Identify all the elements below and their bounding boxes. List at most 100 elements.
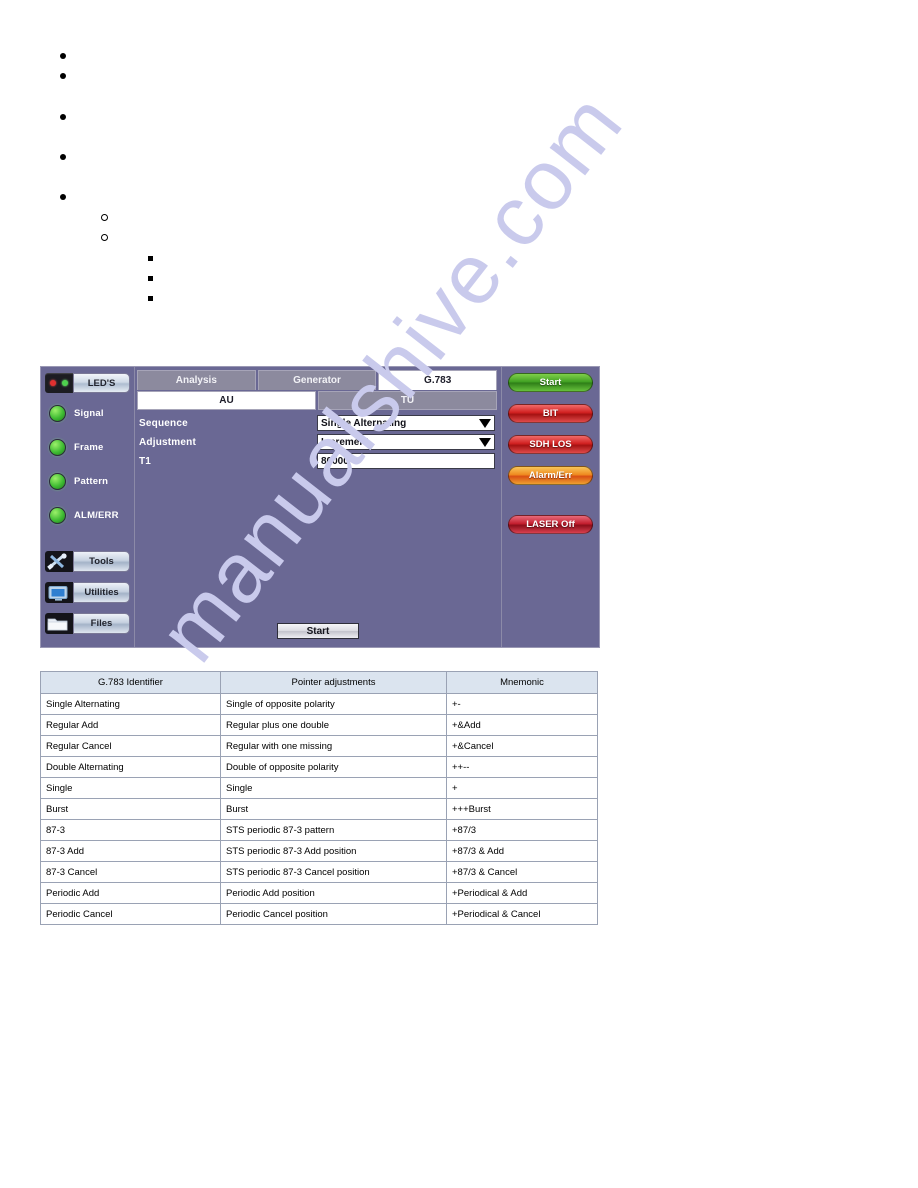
table-body: Single Alternating Single of opposite pol…	[40, 693, 598, 925]
cell-pointer-adjustment: Periodic Cancel position	[220, 903, 447, 925]
table-row: Periodic Add Periodic Add position +Period…	[40, 882, 598, 904]
cell-identifier: Single	[40, 777, 221, 799]
bottom-button-row: Start	[135, 623, 501, 639]
t1-input[interactable]: 80000	[317, 453, 495, 469]
alarm-err-button[interactable]: Alarm/Err	[508, 466, 593, 485]
mini-led-red-icon	[50, 380, 57, 386]
main-tab-bar: Analysis Generator G.783	[135, 367, 501, 390]
status-led-label: Pattern	[74, 475, 109, 487]
status-led-alm-err: ALM/ERR	[49, 506, 130, 524]
device-screenshot: LED'S Signal Frame Pattern ALM/ERR Tools…	[40, 366, 600, 648]
cell-pointer-adjustment: Regular plus one double	[220, 714, 447, 736]
cell-mnemonic: +-	[446, 693, 598, 715]
column-header-pointer-adjustments: Pointer adjustments	[220, 671, 447, 694]
form-row-adjustment: Adjustment Increment	[139, 433, 495, 451]
tab-label: Analysis	[175, 375, 217, 386]
cell-pointer-adjustment: STS periodic 87-3 pattern	[220, 819, 447, 841]
table-row: Regular Cancel Regular with one missing +&…	[40, 735, 598, 757]
sdh-los-button[interactable]: SDH LOS	[508, 435, 593, 454]
cell-identifier: Periodic Cancel	[40, 903, 221, 925]
list-item-bullet	[60, 154, 66, 160]
led-indicator-icon	[49, 506, 66, 524]
utilities-button-label: Utilities	[73, 581, 130, 603]
list-item-bullet-subsub	[148, 256, 153, 261]
cell-mnemonic: ++--	[446, 756, 598, 778]
files-button-label: Files	[73, 612, 130, 634]
folder-icon	[45, 612, 73, 634]
status-led-pattern: Pattern	[49, 472, 130, 490]
device-left-rail: LED'S Signal Frame Pattern ALM/ERR Tools…	[41, 367, 135, 647]
cell-mnemonic: +Periodical & Cancel	[446, 903, 598, 925]
led-indicator-icon	[49, 472, 66, 490]
list-item-bullet-sub	[101, 234, 108, 241]
cell-mnemonic: +87/3 & Add	[446, 840, 598, 862]
list-item-bullet	[60, 114, 66, 120]
cell-mnemonic: +Periodical & Add	[446, 882, 598, 904]
cell-mnemonic: +87/3	[446, 819, 598, 841]
adjustment-label: Adjustment	[139, 436, 196, 448]
start-button[interactable]: Start	[508, 373, 593, 392]
adjustment-dropdown[interactable]: Increment	[317, 434, 495, 450]
cell-pointer-adjustment: Single	[220, 777, 447, 799]
table-row: Single Single +	[40, 777, 598, 799]
list-item-bullet	[60, 194, 66, 200]
tab-label: Generator	[293, 375, 341, 386]
cell-mnemonic: +87/3 & Cancel	[446, 861, 598, 883]
cell-pointer-adjustment: Burst	[220, 798, 447, 820]
table-row: Regular Add Regular plus one double +&Add	[40, 714, 598, 736]
list-item-bullet-sub	[101, 214, 108, 221]
cell-identifier: 87-3	[40, 819, 221, 841]
tools-button[interactable]: Tools	[45, 550, 130, 572]
led-indicator-icon	[49, 438, 66, 456]
list-item-bullet-subsub	[148, 276, 153, 281]
bit-button[interactable]: BIT	[508, 404, 593, 423]
cell-pointer-adjustment: Single of opposite polarity	[220, 693, 447, 715]
tab-tu[interactable]: TU	[318, 391, 497, 410]
utilities-button[interactable]: Utilities	[45, 581, 130, 603]
column-header-mnemonic: Mnemonic	[446, 671, 598, 694]
cell-mnemonic: +	[446, 777, 598, 799]
led-indicator-icon	[49, 404, 66, 422]
cell-pointer-adjustment: Periodic Add position	[220, 882, 447, 904]
sub-tab-bar: AU TU	[135, 390, 501, 410]
outline-list	[0, 0, 918, 330]
list-item-bullet	[60, 53, 66, 59]
cell-pointer-adjustment: Double of opposite polarity	[220, 756, 447, 778]
tab-g783[interactable]: G.783	[378, 370, 498, 390]
sequence-dropdown[interactable]: Single Alternating	[317, 415, 495, 431]
files-button[interactable]: Files	[45, 612, 130, 634]
cell-identifier: 87-3 Cancel	[40, 861, 221, 883]
table-row: Double Alternating Double of opposite pol…	[40, 756, 598, 778]
cell-identifier: Single Alternating	[40, 693, 221, 715]
form-row-sequence: Sequence Single Alternating	[139, 414, 495, 432]
subtab-label: TU	[400, 395, 415, 406]
table-row: Periodic Cancel Periodic Cancel position +…	[40, 903, 598, 925]
status-led-frame: Frame	[49, 438, 130, 456]
cell-pointer-adjustment: STS periodic 87-3 Add position	[220, 840, 447, 862]
table-row: 87-3 Cancel STS periodic 87-3 Cancel posi…	[40, 861, 598, 883]
start-button-bottom[interactable]: Start	[277, 623, 359, 639]
g783-form: Sequence Single Alternating Adjustment I…	[135, 410, 501, 647]
cell-identifier: Regular Add	[40, 714, 221, 736]
chevron-down-icon	[479, 437, 491, 447]
leds-button-label: LED'S	[73, 373, 130, 393]
device-main-panel: Analysis Generator G.783 AU TU Sequence …	[135, 367, 501, 647]
form-row-t1: T1 80000	[139, 452, 495, 470]
rail-spacer	[45, 540, 130, 550]
status-led-label: Signal	[74, 407, 104, 419]
table-header-row: G.783 Identifier Pointer adjustments Mne…	[40, 671, 598, 694]
cell-identifier: 87-3 Add	[40, 840, 221, 862]
list-item-bullet-subsub	[148, 296, 153, 301]
column-header-identifier: G.783 Identifier	[40, 671, 221, 694]
cell-pointer-adjustment: STS periodic 87-3 Cancel position	[220, 861, 447, 883]
adjustment-value: Increment	[321, 436, 369, 448]
tab-au[interactable]: AU	[137, 391, 316, 410]
table-row: 87-3 Add STS periodic 87-3 Add position +8…	[40, 840, 598, 862]
tab-generator[interactable]: Generator	[257, 370, 377, 390]
sequence-value: Single Alternating	[321, 417, 407, 429]
laser-off-button[interactable]: LASER Off	[508, 515, 593, 534]
table-row: Burst Burst +++Burst	[40, 798, 598, 820]
leds-button[interactable]: LED'S	[45, 372, 130, 394]
tools-icon	[45, 550, 73, 572]
tab-analysis[interactable]: Analysis	[137, 370, 256, 390]
